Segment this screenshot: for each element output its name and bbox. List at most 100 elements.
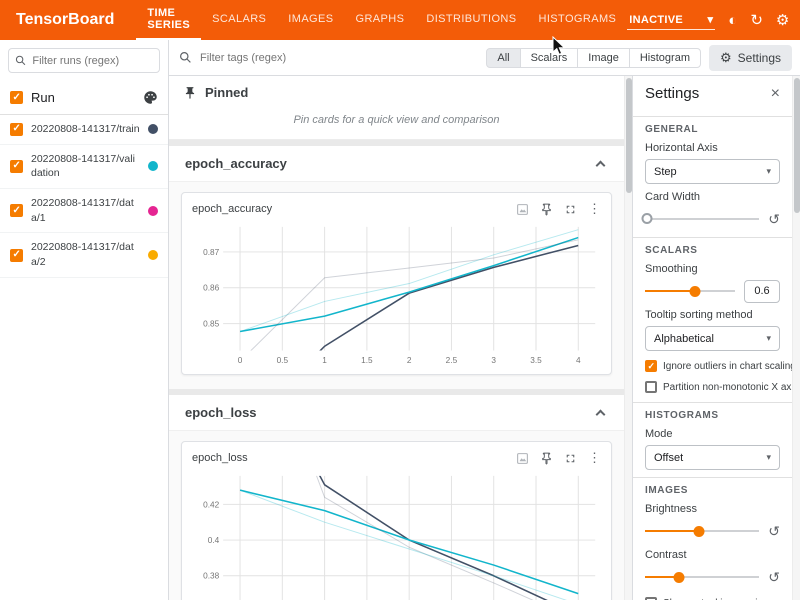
main-scrollbar[interactable] [624, 76, 632, 600]
reset-icon[interactable]: ↺ [768, 212, 780, 226]
runs-filter-input[interactable] [32, 55, 153, 67]
contrast-slider[interactable] [645, 576, 759, 578]
group-label-scalars: SCALARS [645, 245, 780, 256]
card-title: epoch_accuracy [192, 203, 516, 215]
section-body: epoch_loss [169, 430, 624, 600]
select-all-runs-checkbox[interactable] [10, 91, 23, 104]
run-checkbox[interactable] [10, 123, 23, 136]
main-content: Pinned Pin cards for a quick view and co… [169, 76, 624, 600]
histogram-mode-value: Offset [654, 452, 683, 464]
svg-text:2.5: 2.5 [446, 356, 458, 365]
runs-sidebar: Run 20220808-141317/train 20220808-14131… [0, 40, 169, 600]
palette-icon[interactable] [143, 90, 158, 105]
tab-time-series[interactable]: TIME SERIES [136, 0, 201, 40]
card-header: epoch_loss [190, 448, 603, 470]
run-row-validation[interactable]: 20220808-141317/validation [0, 145, 168, 189]
horizontal-axis-select[interactable]: Step ▾ [645, 159, 780, 184]
run-row-data-2[interactable]: 20220808-141317/data/2 [0, 233, 168, 277]
svg-text:0.86: 0.86 [203, 284, 219, 293]
run-checkbox[interactable] [10, 160, 23, 173]
fullscreen-icon[interactable] [564, 203, 577, 216]
svg-text:2: 2 [407, 356, 412, 365]
svg-text:3.5: 3.5 [530, 356, 542, 365]
svg-text:0.42: 0.42 [203, 500, 219, 509]
tooltip-sorting-select[interactable]: Alphabetical ▾ [645, 326, 780, 351]
more-options-icon[interactable]: ⋮ [588, 450, 601, 466]
pinned-title: Pinned [205, 85, 248, 100]
run-checkbox[interactable] [10, 204, 23, 217]
settings-button[interactable]: ⚙ Settings [709, 45, 792, 71]
run-color-dot [148, 206, 158, 216]
settings-gear-icon[interactable]: ⚙ [776, 13, 789, 28]
run-name: 20220808-141317/data/2 [31, 240, 140, 269]
close-icon[interactable]: × [771, 86, 780, 102]
reset-icon[interactable]: ↺ [768, 570, 780, 584]
chip-scalars[interactable]: Scalars [520, 48, 579, 68]
histogram-mode-label: Mode [645, 428, 780, 440]
epoch-accuracy-chart[interactable]: 00.511.522.533.540.850.860.87 [190, 221, 603, 372]
chart-card-epoch-accuracy: epoch_accuracy [181, 192, 612, 375]
group-label-histograms: HISTOGRAMS [645, 410, 780, 421]
settings-button-label: Settings [738, 51, 781, 65]
image-toggle-icon[interactable] [516, 203, 529, 216]
run-row-data-1[interactable]: 20220808-141317/data/1 [0, 189, 168, 233]
chip-all[interactable]: All [486, 48, 520, 68]
collapse-icon[interactable] [596, 161, 606, 171]
run-color-dot [148, 124, 158, 134]
main-scrollbar-thumb[interactable] [626, 78, 632, 193]
refresh-icon[interactable]: ↻ [750, 13, 763, 28]
run-row-train[interactable]: 20220808-141317/train [0, 115, 168, 145]
histogram-mode-select[interactable]: Offset ▾ [645, 445, 780, 470]
chip-histogram[interactable]: Histogram [629, 48, 701, 68]
card-header: epoch_accuracy [190, 199, 603, 221]
run-name: 20220808-141317/train [31, 122, 140, 137]
ignore-outliers-checkbox[interactable] [645, 360, 657, 372]
collapse-icon[interactable] [596, 410, 606, 420]
smoothing-slider[interactable] [645, 290, 735, 292]
tab-graphs[interactable]: GRAPHS [344, 0, 415, 40]
runs-filter-box[interactable] [8, 48, 160, 73]
card-title: epoch_loss [192, 452, 516, 464]
chip-image[interactable]: Image [577, 48, 630, 68]
horizontal-axis-value: Step [654, 166, 677, 178]
search-icon [15, 54, 26, 67]
epoch-loss-chart[interactable]: 00.511.522.533.540.360.380.40.42 [190, 470, 603, 600]
contrast-label: Contrast [645, 549, 780, 561]
card-width-slider[interactable] [645, 218, 759, 220]
svg-text:0.85: 0.85 [203, 320, 219, 329]
run-name: 20220808-141317/validation [31, 152, 140, 181]
pinned-header: Pinned [169, 76, 624, 107]
nav-tabs: TIME SERIES SCALARS IMAGES GRAPHS DISTRI… [136, 0, 627, 40]
section-header-epoch-accuracy[interactable]: epoch_accuracy [169, 146, 624, 181]
more-options-icon[interactable]: ⋮ [588, 201, 601, 217]
settings-scrollbar[interactable] [792, 76, 800, 600]
app-header: TensorBoard TIME SERIES SCALARS IMAGES G… [0, 0, 800, 40]
app-logo: TensorBoard [16, 11, 114, 29]
tab-scalars[interactable]: SCALARS [201, 0, 277, 40]
image-toggle-icon[interactable] [516, 452, 529, 465]
run-color-dot [148, 250, 158, 260]
run-checkbox[interactable] [10, 249, 23, 262]
pin-card-icon[interactable] [540, 452, 553, 465]
brightness-slider[interactable] [645, 530, 759, 532]
tags-toolbar: All Scalars Image Histogram ⚙ Settings [169, 40, 800, 76]
settings-scrollbar-thumb[interactable] [794, 78, 800, 213]
status-dropdown[interactable]: INACTIVE ▾ [627, 10, 715, 30]
tag-filter-chips: All Scalars Image Histogram [486, 48, 701, 68]
reset-icon[interactable]: ↺ [768, 524, 780, 538]
tab-images[interactable]: IMAGES [277, 0, 344, 40]
section-header-epoch-loss[interactable]: epoch_loss [169, 395, 624, 430]
pin-card-icon[interactable] [540, 203, 553, 216]
smoothing-value-input[interactable]: 0.6 [744, 280, 780, 303]
tab-distributions[interactable]: DISTRIBUTIONS [415, 0, 527, 40]
partition-x-row: Partition non-monotonic X axis i [645, 381, 780, 393]
horizontal-axis-label: Horizontal Axis [645, 142, 780, 154]
fullscreen-icon[interactable] [564, 452, 577, 465]
settings-panel: Settings × GENERAL Horizontal Axis Step … [632, 76, 792, 600]
status-dropdown-value: INACTIVE [629, 14, 683, 26]
gear-icon: ⚙ [720, 50, 732, 66]
partition-x-checkbox[interactable] [645, 381, 657, 393]
theme-toggle-icon[interactable]: ◐ [728, 13, 737, 28]
tab-histograms[interactable]: HISTOGRAMS [528, 0, 628, 40]
tags-filter-input[interactable] [200, 52, 478, 64]
